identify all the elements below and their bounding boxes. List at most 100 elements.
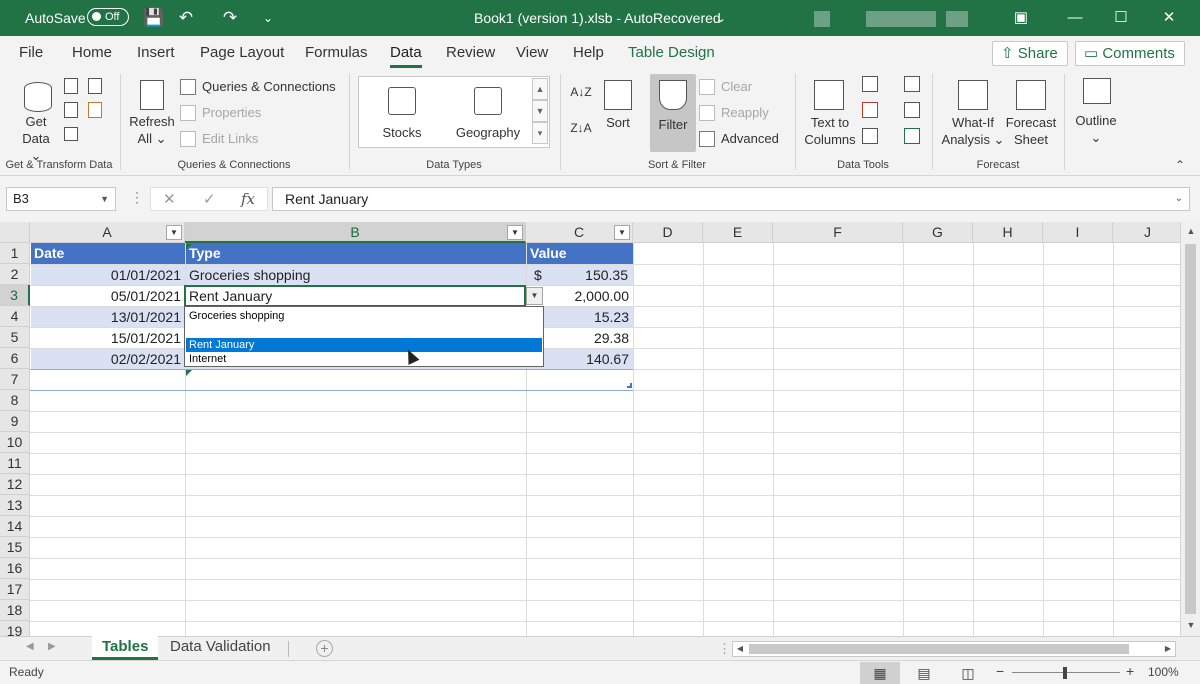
column-header-e[interactable]: E [703,222,773,243]
gallery-up-arrow-icon[interactable]: ▲ [532,78,548,100]
what-if-analysis-button[interactable]: What-If Analysis ⌄ [940,114,1006,148]
zoom-level[interactable]: 100% [1148,665,1179,679]
sort-button[interactable]: Sort [598,114,638,131]
insert-function-icon[interactable]: fx [241,190,255,208]
column-header-i[interactable]: I [1043,222,1113,243]
from-web-icon[interactable] [88,78,102,94]
tab-help[interactable]: Help [573,36,604,70]
outline-button[interactable]: Outline ⌄ [1070,112,1122,146]
row-header[interactable]: 2 [0,264,30,285]
scroll-left-icon[interactable]: ◀ [733,642,747,656]
get-data-button[interactable]: Get Data ⌄ [18,113,54,164]
filter-dropdown-icon[interactable]: ▼ [507,225,523,240]
from-text-icon[interactable] [64,78,78,94]
cell-a5[interactable]: 15/01/2021 [31,328,185,348]
tab-formulas[interactable]: Formulas [305,36,368,70]
undo-icon[interactable]: ↶ [174,0,198,36]
cell-a4[interactable]: 13/01/2021 [31,307,185,327]
edit-links-button[interactable]: Edit Links [180,128,258,150]
table-header-date[interactable]: Date [31,243,185,264]
row-header[interactable]: 18 [0,600,30,621]
validation-dropdown-arrow-icon[interactable]: ▼ [526,287,543,305]
row-header[interactable]: 16 [0,558,30,579]
sheet-tab-data-validation[interactable]: Data Validation [160,636,281,660]
flash-fill-icon[interactable] [862,76,878,92]
collapse-ribbon-icon[interactable]: ⌃ [1175,158,1185,172]
sheet-tab-tables[interactable]: Tables [92,636,159,660]
remove-duplicates-icon[interactable] [862,102,878,118]
recent-sources-icon[interactable] [88,102,102,118]
autosave-toggle[interactable]: Off [87,8,129,26]
dropdown-option-selected[interactable]: Rent January [186,338,542,352]
customize-qat-icon[interactable]: ⌄ [256,0,280,36]
row-header[interactable]: 3 [0,285,30,306]
sort-descending-icon[interactable]: Z↓A [570,120,592,137]
maximize-button[interactable]: ☐ [1098,0,1144,36]
row-header[interactable]: 13 [0,495,30,516]
hscroll-thumb[interactable] [749,644,1129,654]
data-validation-icon[interactable] [862,128,878,144]
queries-connections-button[interactable]: Queries & Connections [180,76,336,98]
filter-dropdown-icon[interactable]: ▼ [166,225,182,240]
row-header[interactable]: 14 [0,516,30,537]
tab-review[interactable]: Review [446,36,495,70]
stocks-button[interactable]: Stocks [359,77,445,149]
redo-icon[interactable]: ↷ [218,0,242,36]
forecast-sheet-button[interactable]: Forecast Sheet [1004,114,1058,148]
cell-b2[interactable]: Groceries shopping [186,265,526,285]
tab-page-layout[interactable]: Page Layout [200,36,284,70]
enter-icon[interactable]: ✓ [203,190,216,208]
filter-button[interactable]: Filter [650,74,696,152]
ribbon-display-icon[interactable]: ▣ [998,0,1044,36]
row-header[interactable]: 9 [0,411,30,432]
page-break-view-icon[interactable]: ◫ [948,662,988,684]
column-header-b[interactable]: B [185,222,526,243]
formula-input[interactable]: Rent January ⌄ [272,187,1190,211]
scroll-right-icon[interactable]: ▶ [1161,642,1175,656]
cell-c2[interactable]: $ 150.35 [527,265,633,285]
row-header[interactable]: 7 [0,369,30,390]
column-header-a[interactable]: A [30,222,185,243]
expand-formula-bar-icon[interactable]: ⌄ [1175,188,1183,210]
close-button[interactable]: ✕ [1146,0,1192,36]
next-sheet-icon[interactable]: ▶ [48,641,56,652]
sort-ascending-icon[interactable]: A↓Z [570,84,592,101]
vertical-scrollbar[interactable]: ▲ ▼ [1180,222,1200,636]
minimize-button[interactable]: — [1052,0,1098,36]
tab-file[interactable]: File [19,36,43,70]
dropdown-option[interactable]: Internet [186,352,542,366]
tab-home[interactable]: Home [72,36,112,70]
gallery-down-arrow-icon[interactable]: ▼ [532,100,548,122]
normal-view-icon[interactable]: ▦ [860,662,900,684]
scroll-up-icon[interactable]: ▲ [1181,226,1200,236]
prev-sheet-icon[interactable]: ◀ [26,641,34,652]
column-header-g[interactable]: G [903,222,973,243]
tab-insert[interactable]: Insert [137,36,175,70]
column-header-f[interactable]: F [773,222,903,243]
row-header[interactable]: 12 [0,474,30,495]
cancel-icon[interactable]: ✕ [163,190,176,208]
existing-connections-icon[interactable] [64,127,78,141]
reapply-button[interactable]: Reapply [699,102,769,124]
share-button[interactable]: ⇧ Share [992,41,1068,66]
scroll-thumb[interactable] [1185,244,1196,614]
save-icon[interactable]: 💾 [142,0,166,36]
dropdown-option[interactable]: Groceries shopping [186,309,542,323]
row-header[interactable]: 6 [0,348,30,369]
dropdown-option[interactable] [186,323,542,337]
cell-a6[interactable]: 02/02/2021 [31,349,185,369]
add-sheet-icon[interactable]: + [316,640,333,657]
row-header[interactable]: 11 [0,453,30,474]
gallery-more-icon[interactable]: ▾ [532,122,548,144]
consolidate-icon[interactable] [904,76,920,92]
from-table-icon[interactable] [64,102,78,118]
cell-a2[interactable]: 01/01/2021 [31,265,185,285]
zoom-slider-knob[interactable] [1063,667,1067,679]
title-chevron-icon[interactable]: ⌄ [716,0,726,36]
page-layout-view-icon[interactable]: ▤ [904,662,944,684]
scroll-down-icon[interactable]: ▼ [1181,620,1200,630]
zoom-out-button[interactable]: − [996,663,1004,679]
row-header[interactable]: 19 [0,621,30,636]
row-header[interactable]: 1 [0,243,30,264]
name-box-dropdown-icon[interactable]: ▼ [100,188,109,210]
